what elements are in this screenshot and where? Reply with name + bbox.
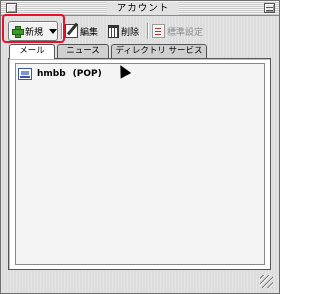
- list-item[interactable]: hmbb (POP): [18, 66, 262, 81]
- account-list[interactable]: hmbb (POP): [15, 63, 265, 265]
- tab-news[interactable]: ニュース: [57, 44, 109, 58]
- delete-button[interactable]: 削除: [108, 20, 139, 42]
- toolbar-separator: [147, 23, 148, 39]
- edit-button[interactable]: 編集: [65, 20, 98, 42]
- account-tabs: メール ニュース ディレクトリ サービス: [7, 44, 273, 59]
- account-name: hmbb: [37, 68, 66, 79]
- account-window: アカウント 新規 編集 削除 標準設定 メール ニュース ディレクトリ サービス: [0, 0, 280, 294]
- window-title: アカウント: [107, 2, 179, 15]
- tab-mail[interactable]: メール: [9, 44, 55, 59]
- new-button-label: 新規: [24, 27, 43, 38]
- default-settings-label: 標準設定: [167, 27, 204, 38]
- toolbar-separator: [61, 23, 62, 39]
- account-list-panel: hmbb (POP): [8, 58, 271, 270]
- resize-grip-icon[interactable]: [260, 275, 273, 288]
- delete-button-label: 削除: [121, 27, 140, 38]
- toolbar: 新規 編集 削除 標準設定: [7, 20, 273, 42]
- trash-icon: [108, 24, 119, 38]
- preferences-icon: [152, 24, 165, 38]
- account-protocol: (POP): [72, 68, 102, 79]
- plus-icon: [12, 26, 24, 38]
- collapse-box-icon[interactable]: [264, 3, 275, 13]
- title-bar[interactable]: アカウント: [1, 1, 279, 16]
- default-settings-button[interactable]: 標準設定: [152, 20, 203, 42]
- tab-directory-services[interactable]: ディレクトリ サービス: [111, 44, 207, 58]
- edit-icon: [65, 24, 78, 38]
- close-box-icon[interactable]: [6, 3, 17, 13]
- new-button[interactable]: 新規: [8, 21, 58, 41]
- chevron-down-icon[interactable]: [49, 28, 57, 34]
- edit-button-label: 編集: [80, 27, 99, 38]
- mail-account-icon: [18, 67, 32, 80]
